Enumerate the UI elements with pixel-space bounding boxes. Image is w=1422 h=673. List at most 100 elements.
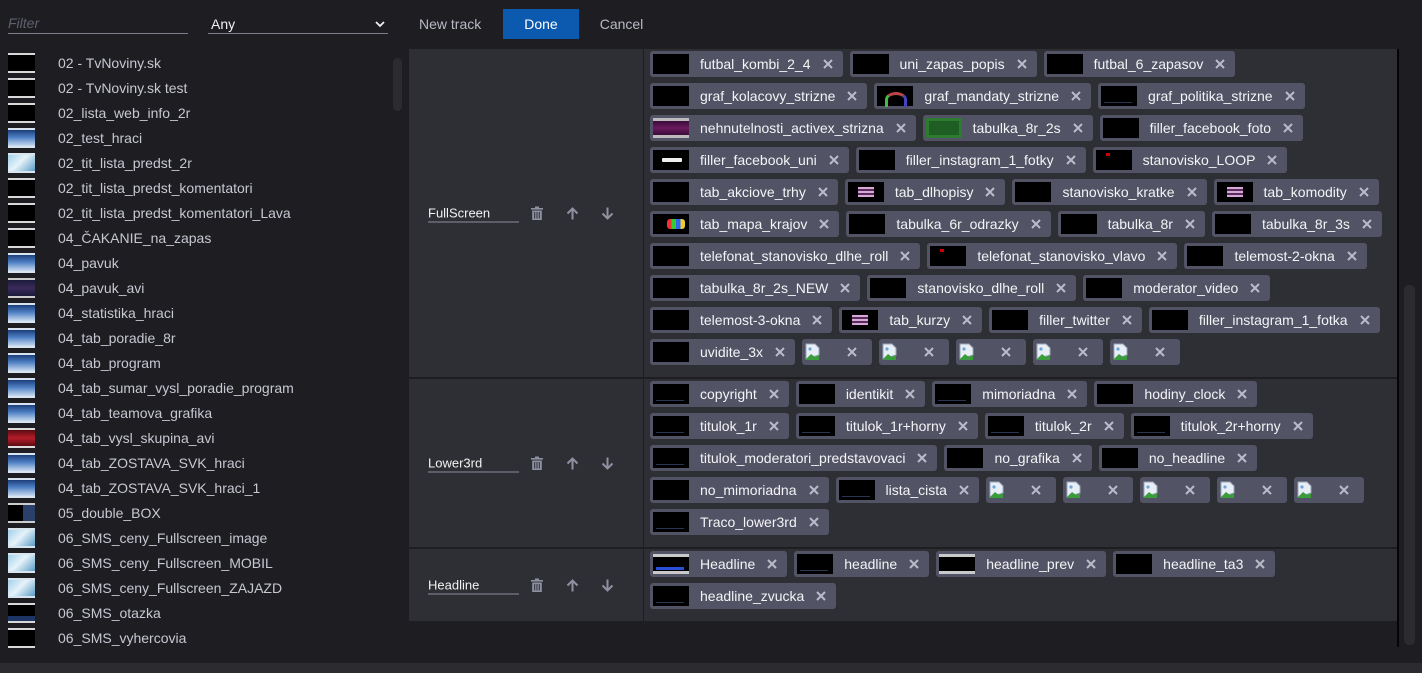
library-item[interactable]: 06_SMS_ceny_Fullscreen_ZAJAZD	[0, 575, 395, 600]
track-item-chip[interactable]: stanovisko_dlhe_roll	[867, 275, 1077, 301]
close-icon[interactable]	[1056, 283, 1066, 293]
library-item[interactable]: 02_tit_lista_predst_komentatori	[0, 175, 395, 200]
tracks-scrollbar[interactable]	[1404, 285, 1415, 645]
close-icon[interactable]	[847, 347, 857, 357]
track-item-chip[interactable]: hodiny_clock	[1094, 381, 1258, 407]
track-item-chip[interactable]: tabulka_8r	[1057, 211, 1205, 237]
track-item-chip[interactable]: headline_zvucka	[650, 583, 837, 609]
track-item-chip[interactable]: filler_facebook_uni	[650, 147, 849, 173]
track-item-chip[interactable]: titulok_1r	[650, 413, 789, 439]
track-item-chip[interactable]: no_grafika	[944, 445, 1092, 471]
track-item-chip[interactable]: stanovisko_LOOP	[1092, 147, 1288, 173]
type-select[interactable]: Any	[208, 14, 388, 34]
track-item-chip[interactable]: tabulka_8r_2s	[922, 115, 1093, 141]
track-item-chip[interactable]: headline_ta3	[1113, 551, 1276, 577]
arrow-down-icon[interactable]	[600, 455, 614, 471]
track-item-chip[interactable]	[802, 339, 873, 365]
track-item-chip[interactable]: tabulka_6r_odrazky	[846, 211, 1051, 237]
close-icon[interactable]	[769, 389, 779, 399]
close-icon[interactable]	[959, 485, 969, 495]
track-item-chip[interactable]: tab_dlhopisy	[844, 179, 1006, 205]
arrow-up-icon[interactable]	[565, 455, 579, 471]
close-icon[interactable]	[809, 517, 819, 527]
close-icon[interactable]	[847, 91, 858, 101]
close-icon[interactable]	[924, 347, 934, 357]
track-name-input[interactable]	[428, 453, 519, 473]
close-icon[interactable]	[1362, 219, 1372, 229]
track-item-chip[interactable]: nehnutelnosti_activex_strizna	[650, 115, 916, 141]
track-item-chip[interactable]: graf_kolacovy_strizne	[650, 83, 868, 109]
close-icon[interactable]	[905, 389, 915, 399]
library-item[interactable]: 04_tab_ZOSTAVA_SVK_hraci_1	[0, 475, 395, 500]
track-item-chip[interactable]	[1062, 477, 1133, 503]
close-icon[interactable]	[900, 251, 911, 261]
track-item-chip[interactable]: headline_prev	[936, 551, 1107, 577]
close-icon[interactable]	[1250, 283, 1261, 293]
new-track-button[interactable]: New track	[405, 9, 495, 39]
track-item-chip[interactable]: no_headline	[1098, 445, 1258, 471]
track-item-chip[interactable]: Traco_lower3rd	[650, 509, 829, 535]
track-item-chip[interactable]	[1216, 477, 1287, 503]
library-scrollbar[interactable]	[393, 58, 402, 111]
close-icon[interactable]	[1359, 315, 1370, 325]
library-item[interactable]: 02 - TvNoviny.sk	[0, 50, 395, 75]
close-icon[interactable]	[985, 187, 996, 197]
track-item-chip[interactable]: futbal_kombi_2_4	[650, 51, 843, 77]
track-item-chip[interactable]: graf_politika_strizne	[1098, 83, 1305, 109]
close-icon[interactable]	[1284, 91, 1295, 101]
library-item[interactable]: 05_double_BOX	[0, 500, 395, 525]
track-item-chip[interactable]: telefonat_stanovisko_dlhe_roll	[650, 243, 921, 269]
track-item-chip[interactable]: stanovisko_kratke	[1012, 179, 1207, 205]
track-item-chip[interactable]: lista_cista	[835, 477, 979, 503]
track-item-chip[interactable]: headline	[794, 551, 930, 577]
close-icon[interactable]	[822, 59, 833, 69]
close-icon[interactable]	[1185, 219, 1195, 229]
track-name-input[interactable]	[428, 575, 519, 595]
track-item-chip[interactable]	[1139, 477, 1210, 503]
close-icon[interactable]	[1001, 347, 1011, 357]
close-icon[interactable]	[829, 155, 839, 165]
close-icon[interactable]	[1030, 219, 1041, 229]
close-icon[interactable]	[1157, 251, 1168, 261]
track-item-chip[interactable]: telemost-2-okna	[1184, 243, 1367, 269]
close-icon[interactable]	[1185, 485, 1195, 495]
close-icon[interactable]	[819, 219, 830, 229]
close-icon[interactable]	[1339, 485, 1349, 495]
close-icon[interactable]	[917, 453, 928, 463]
close-icon[interactable]	[1016, 59, 1027, 69]
track-item-chip[interactable]: uni_zapas_popis	[849, 51, 1037, 77]
close-icon[interactable]	[1215, 59, 1226, 69]
track-item-chip[interactable]: tab_akciove_trhy	[650, 179, 838, 205]
track-item-chip[interactable]: telefonat_stanovisko_vlavo	[927, 243, 1178, 269]
track-item-chip[interactable]: identikit	[795, 381, 926, 407]
trash-icon[interactable]	[530, 455, 544, 471]
close-icon[interactable]	[818, 187, 828, 197]
track-item-chip[interactable]	[1293, 477, 1364, 503]
track-item-chip[interactable]: filler_twitter	[989, 307, 1142, 333]
track-item-chip[interactable]: mimoriadna	[932, 381, 1088, 407]
close-icon[interactable]	[895, 123, 906, 133]
close-icon[interactable]	[808, 485, 819, 495]
close-icon[interactable]	[1347, 251, 1357, 261]
library-item[interactable]: 02_lista_web_info_2r	[0, 100, 395, 125]
close-icon[interactable]	[1237, 389, 1248, 399]
close-icon[interactable]	[1267, 155, 1278, 165]
close-icon[interactable]	[958, 421, 968, 431]
close-icon[interactable]	[816, 591, 827, 601]
library-item[interactable]: 04_tab_vysl_skupina_avi	[0, 425, 395, 450]
close-icon[interactable]	[769, 421, 779, 431]
track-item-chip[interactable]: tabulka_8r_2s_NEW	[650, 275, 861, 301]
close-icon[interactable]	[909, 559, 919, 569]
library-item[interactable]: 02_test_hraci	[0, 125, 395, 150]
track-item-chip[interactable]	[956, 339, 1027, 365]
library-item[interactable]: 04_pavuk_avi	[0, 275, 395, 300]
library-item[interactable]: 04_tab_ZOSTAVA_SVK_hraci	[0, 450, 395, 475]
track-item-chip[interactable]: titulok_2r+horny	[1130, 413, 1313, 439]
arrow-up-icon[interactable]	[565, 205, 579, 221]
library-item[interactable]: 06_SMS_ceny_Fullscreen_image	[0, 525, 395, 550]
close-icon[interactable]	[1078, 347, 1088, 357]
track-item-chip[interactable]: Headline	[650, 551, 788, 577]
track-item-chip[interactable]: tab_mapa_krajov	[650, 211, 840, 237]
track-item-chip[interactable]: copyright	[650, 381, 789, 407]
track-item-chip[interactable]: filler_instagram_1_fotka	[1148, 307, 1380, 333]
